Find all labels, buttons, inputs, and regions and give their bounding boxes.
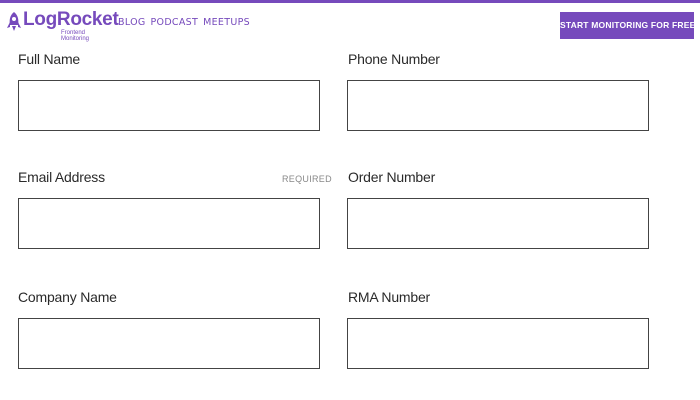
nav-meetups-link[interactable]: MEETUPS	[203, 17, 250, 28]
company-name-input[interactable]	[18, 318, 320, 369]
order-number-input[interactable]	[347, 198, 649, 249]
start-monitoring-button[interactable]: START MONITORING FOR FREE	[560, 12, 694, 39]
required-indicator: REQUIRED	[282, 174, 332, 184]
phone-number-label: Phone Number	[348, 51, 440, 67]
email-address-input[interactable]	[18, 198, 320, 249]
rma-number-input[interactable]	[347, 318, 649, 369]
full-name-label: Full Name	[18, 51, 80, 67]
rma-number-label: RMA Number	[348, 289, 431, 305]
email-address-label: Email Address	[18, 169, 105, 185]
rocket-icon	[7, 12, 21, 31]
phone-number-input[interactable]	[347, 80, 649, 131]
main-nav: BLOG PODCAST MEETUPS	[118, 17, 250, 28]
order-number-label: Order Number	[348, 169, 436, 185]
brand-name: LogRocket	[23, 9, 119, 30]
top-nav-bar: LogRocket Frontend Monitoring BLOG PODCA…	[0, 0, 700, 44]
logrocket-logo[interactable]: LogRocket Frontend Monitoring	[7, 9, 119, 42]
nav-blog-link[interactable]: BLOG	[118, 17, 146, 28]
full-name-input[interactable]	[18, 80, 320, 131]
nav-podcast-link[interactable]: PODCAST	[151, 17, 199, 28]
company-name-label: Company Name	[18, 289, 117, 305]
brand-tagline: Frontend Monitoring	[61, 30, 90, 42]
